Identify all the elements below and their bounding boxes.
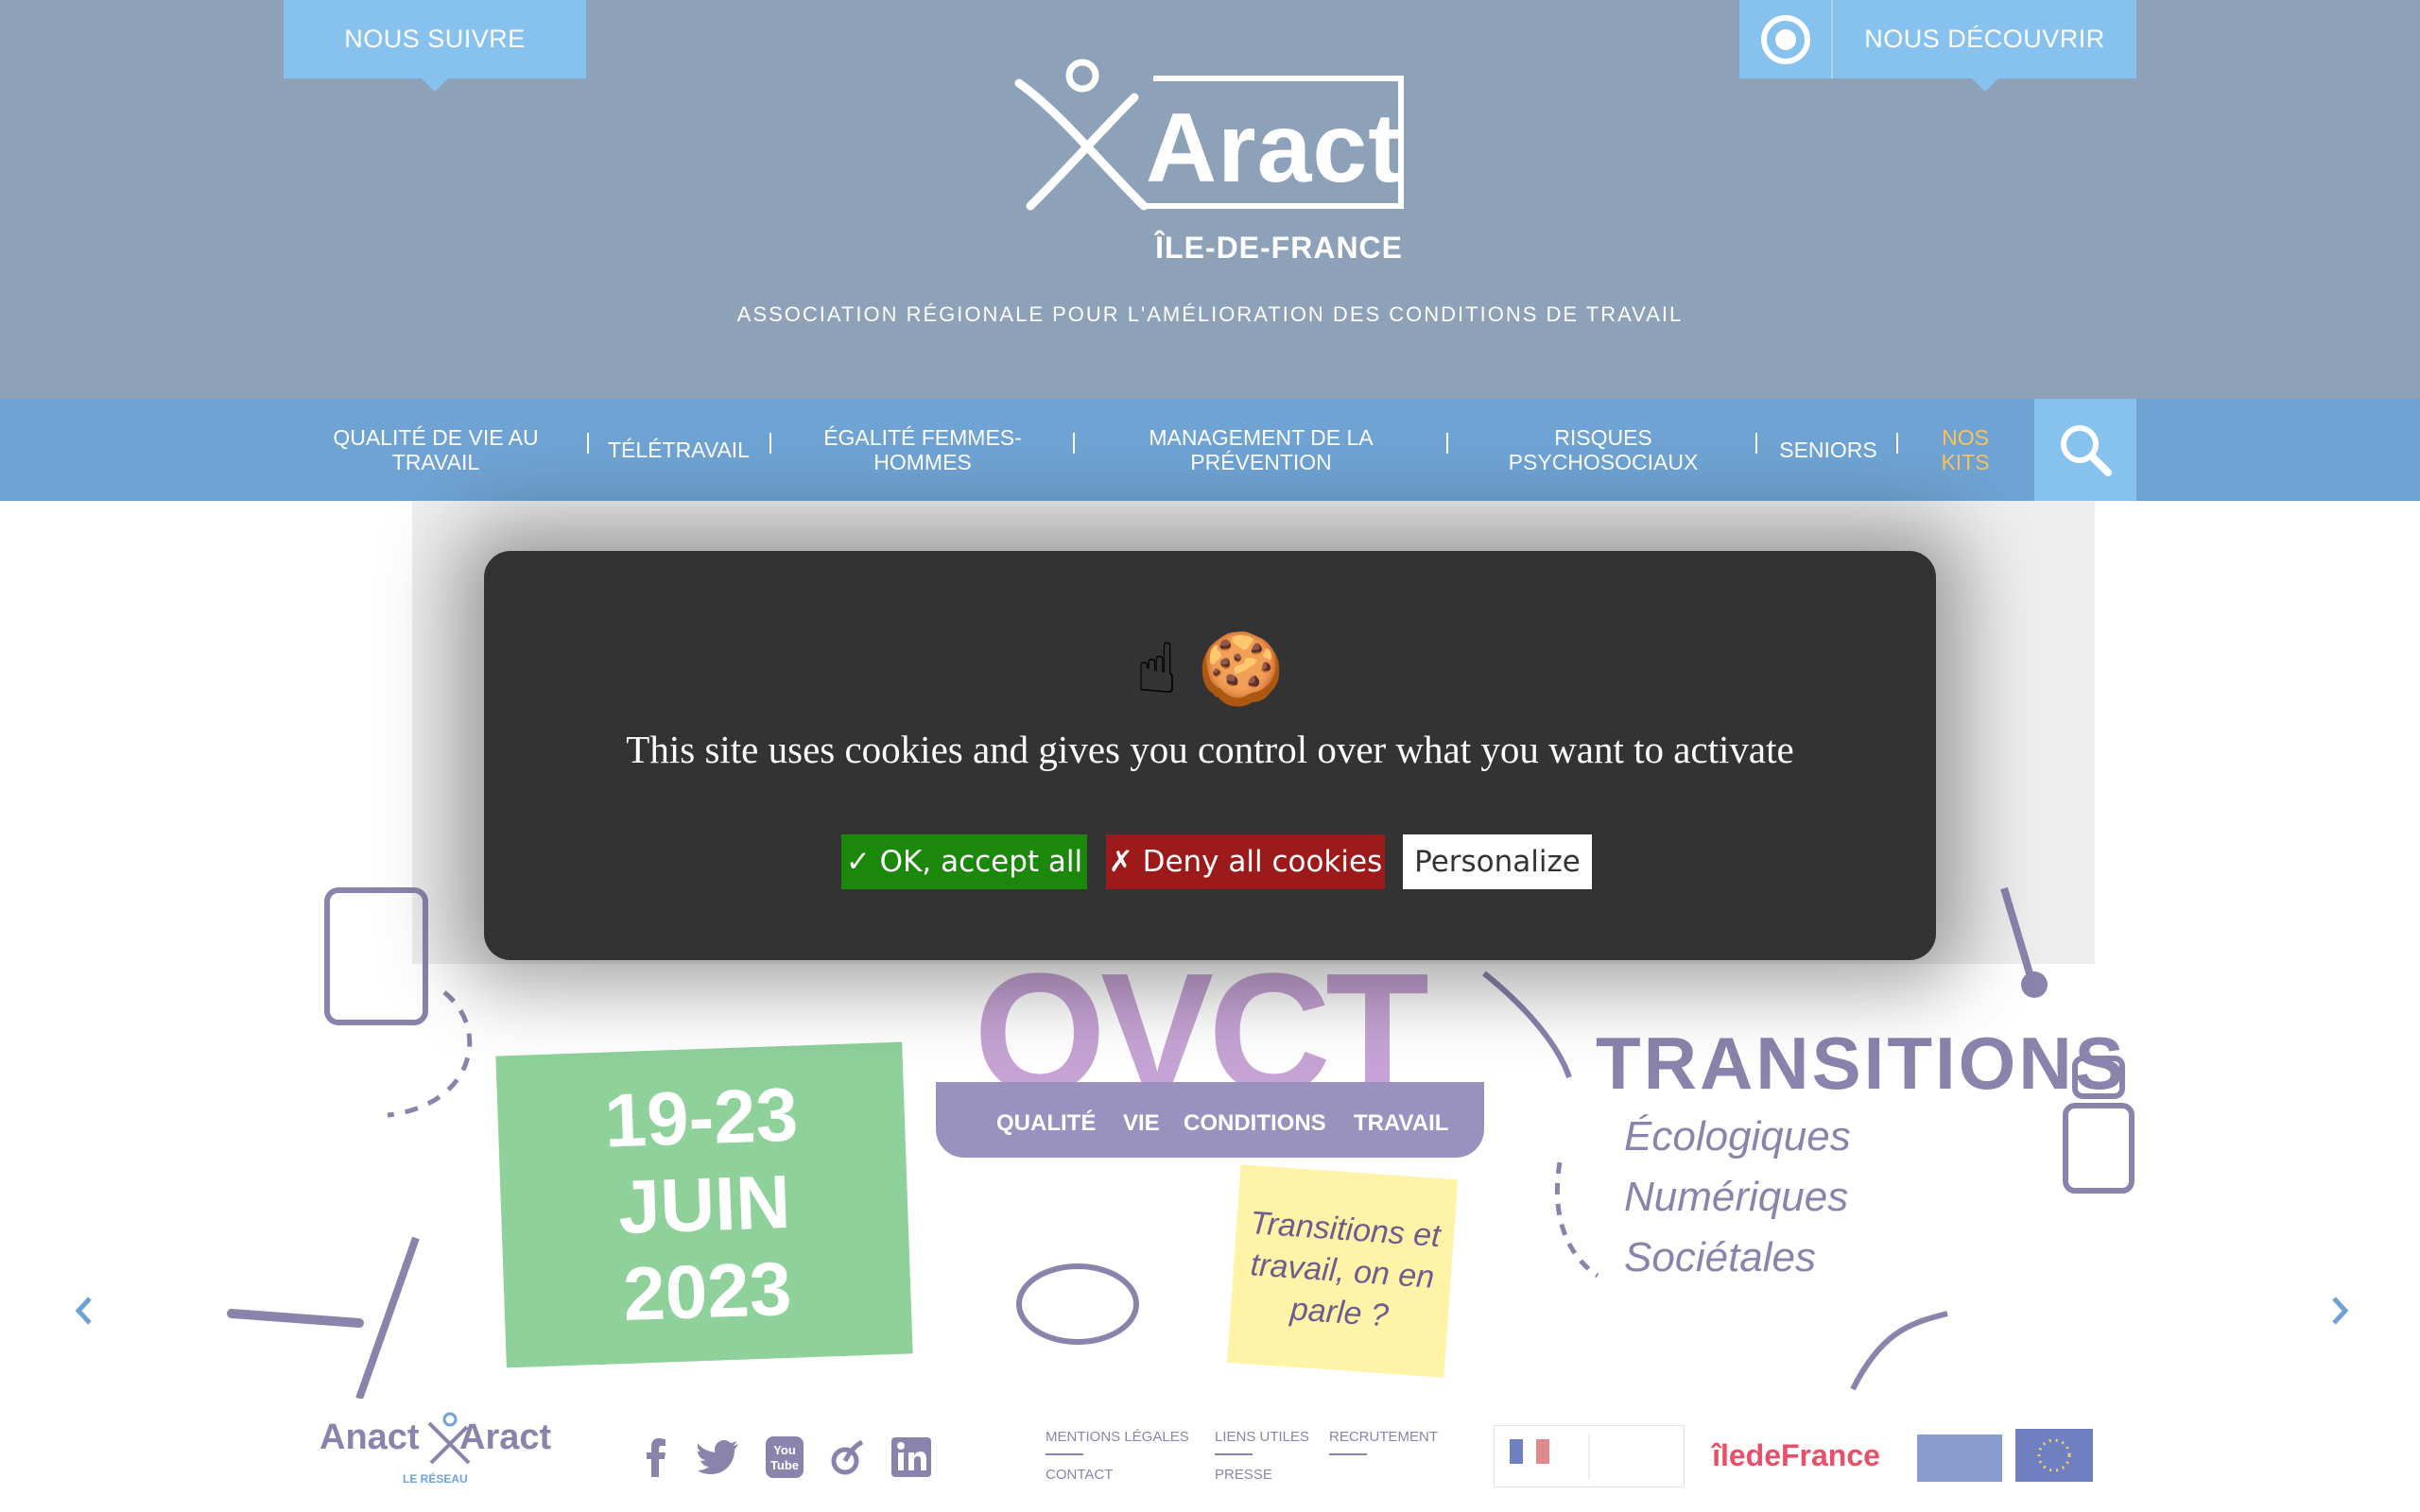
marianne-logo-icon xyxy=(1510,1434,1590,1479)
chevron-left-icon xyxy=(75,1297,92,1325)
anact-reseau-label: LE RÉSEAU xyxy=(403,1472,468,1486)
prefet-idf-logo[interactable] xyxy=(1494,1425,1685,1487)
slider-next-button[interactable] xyxy=(2325,1297,2354,1325)
chevron-right-icon xyxy=(2332,1297,2349,1325)
postit-note: Transitions et travail, on en parle ? xyxy=(1226,1164,1459,1378)
footer-link-underline xyxy=(1215,1453,1253,1455)
transitions-item: Sociétales xyxy=(1624,1234,1817,1280)
svg-text:Tube: Tube xyxy=(770,1458,799,1472)
svg-text:You: You xyxy=(773,1443,796,1457)
transitions-item: Écologiques xyxy=(1624,1113,1851,1160)
wind-turbine-doodle xyxy=(355,1236,420,1399)
nav-separator xyxy=(1446,433,1448,454)
logo-word: Aract xyxy=(1146,94,1402,203)
date-splash: 19-23 JUIN 2023 xyxy=(495,1041,913,1368)
transitions-title: TRANSITIONS xyxy=(1596,1022,2127,1105)
date-line-2: JUIN xyxy=(616,1159,792,1250)
vimeo-link[interactable] xyxy=(826,1436,868,1478)
footer-link-presse[interactable]: PRESSE xyxy=(1215,1467,1272,1483)
date-line-3: 2023 xyxy=(621,1246,793,1337)
linkedin-icon xyxy=(891,1437,931,1477)
youtube-icon: You Tube xyxy=(766,1436,804,1478)
anact-word: Anact xyxy=(320,1418,420,1457)
tablet-doodle xyxy=(324,887,428,1025)
nav-separator xyxy=(1073,433,1075,454)
nav-item-rps[interactable]: RISQUES PSYCHOSOCIAUX xyxy=(1494,399,1713,501)
vimeo-icon xyxy=(831,1439,864,1475)
footer-link-mentions[interactable]: MENTIONS LÉGALES xyxy=(1046,1429,1189,1445)
twitter-link[interactable] xyxy=(698,1436,739,1478)
deny-all-cookies-button[interactable]: ✗ Deny all cookies xyxy=(1106,834,1385,889)
site-footer: Anact Aract LE RÉSEAU You Tube MENTIONS … xyxy=(0,1399,2420,1512)
search-button[interactable] xyxy=(2034,399,2136,501)
facebook-link[interactable] xyxy=(635,1436,677,1478)
follow-us-arrow xyxy=(422,78,448,92)
site-header: NOUS SUIVRE NOUS DÉCOUVRIR Aract ÎLE-DE-… xyxy=(0,0,2420,399)
nav-separator xyxy=(1896,433,1898,454)
anact-aract-logo[interactable]: Anact Aract LE RÉSEAU xyxy=(320,1412,552,1493)
plug-doodle xyxy=(1016,1263,1139,1345)
follow-us-button[interactable]: NOUS SUIVRE xyxy=(284,0,586,92)
qvct-logo: QVCT QUALITÉ VIE CONDITIONS TRAVAIL xyxy=(936,936,1484,1172)
qvct-word-c: CONDITIONS xyxy=(1184,1110,1326,1136)
region-idf-logo[interactable]: îledeFrance xyxy=(1702,1425,1891,1486)
eu-flag-icon xyxy=(1917,1429,2093,1482)
nav-item-qvt[interactable]: QUALITÉ DE VIE AU TRAVAIL xyxy=(329,399,543,501)
follow-us-label: NOUS SUIVRE xyxy=(344,25,526,53)
nav-item-management[interactable]: MANAGEMENT DE LA PRÉVENTION xyxy=(1112,399,1410,501)
accept-all-cookies-button[interactable]: ✓ OK, accept all xyxy=(841,834,1087,889)
footer-link-liens[interactable]: LIENS UTILES xyxy=(1215,1429,1309,1445)
nav-item-teletravail[interactable]: TÉLÉTRAVAIL xyxy=(601,399,756,501)
footer-link-contact[interactable]: CONTACT xyxy=(1046,1467,1113,1483)
qvct-word-t: TRAVAIL xyxy=(1354,1110,1449,1136)
nav-item-egalite[interactable]: ÉGALITÉ FEMMES-HOMMES xyxy=(813,399,1032,501)
discover-us-label: NOUS DÉCOUVRIR xyxy=(1864,25,2105,53)
facebook-icon xyxy=(647,1438,666,1477)
personalize-cookies-button[interactable]: Personalize xyxy=(1403,834,1592,889)
youtube-link[interactable]: You Tube xyxy=(764,1436,805,1478)
discover-us-arrow xyxy=(1971,78,1998,92)
site-tagline: ASSOCIATION RÉGIONALE POUR L'AMÉLIORATIO… xyxy=(736,302,1684,326)
aract-logo[interactable]: Aract ÎLE-DE-FRANCE xyxy=(1011,55,1409,272)
cookie-emoji: ☝ 🍪 xyxy=(1135,629,1285,708)
nav-separator xyxy=(1755,433,1757,454)
footer-link-recrutement[interactable]: RECRUTEMENT xyxy=(1329,1429,1438,1445)
transitions-block: TRANSITIONS Écologiques Numériques Socié… xyxy=(1596,1021,2127,1288)
footer-link-underline xyxy=(1046,1453,1083,1455)
slider-prev-button[interactable] xyxy=(70,1297,98,1325)
transitions-item: Numériques xyxy=(1624,1174,1849,1220)
discover-us-button[interactable]: NOUS DÉCOUVRIR xyxy=(1833,0,2136,92)
twitter-icon xyxy=(698,1440,738,1474)
nav-item-seniors[interactable]: SENIORS xyxy=(1773,399,1883,501)
nav-separator xyxy=(587,433,589,454)
nav-separator xyxy=(769,433,771,454)
date-line-1: 19-23 xyxy=(602,1072,800,1163)
cookie-message: This site uses cookies and gives you con… xyxy=(626,728,1794,771)
contact-headset-button[interactable] xyxy=(1739,0,1833,78)
search-icon xyxy=(2061,425,2112,476)
headset-icon xyxy=(1760,14,1810,64)
region-idf-wordmark: îledeFrance xyxy=(1712,1437,1880,1472)
linkedin-link[interactable] xyxy=(890,1436,932,1478)
qvct-word-v: VIE xyxy=(1123,1110,1160,1136)
nav-item-kits[interactable]: NOS KITS xyxy=(1932,399,1998,501)
europe-logo[interactable] xyxy=(1915,1425,2095,1486)
qvct-word-q: QUALITÉ xyxy=(996,1110,1097,1136)
qvct-band: QUALITÉ VIE CONDITIONS TRAVAIL xyxy=(936,1082,1484,1158)
aract-word: Aract xyxy=(459,1418,552,1457)
cookie-consent-dialog: ☝ 🍪 This site uses cookies and gives you… xyxy=(484,551,1936,960)
footer-link-underline xyxy=(1329,1453,1367,1455)
logo-region: ÎLE-DE-FRANCE xyxy=(1155,231,1403,265)
